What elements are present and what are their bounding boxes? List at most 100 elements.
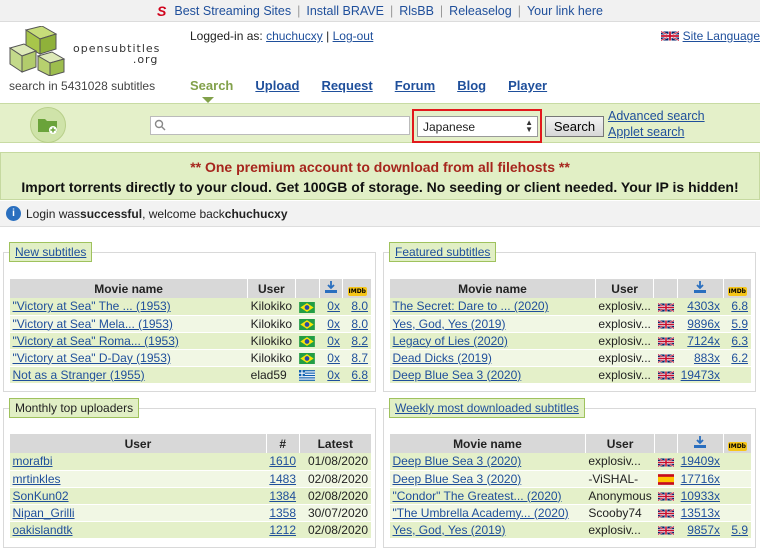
table-row[interactable]: "The Umbrella Academy... (2020) Scooby74 1… <box>389 504 751 522</box>
movie-link[interactable]: Yes, God, Yes (2019) <box>393 523 506 537</box>
download-count-cell[interactable]: 10933x <box>677 487 723 505</box>
table-row[interactable]: "Condor" The Greatest... (2020) Anonymous… <box>389 487 751 505</box>
uploader-cell[interactable]: SonKun02 <box>9 487 267 505</box>
table-row[interactable]: The Secret: Dare to ... (2020) explosiv..… <box>389 298 751 316</box>
applet-search-link[interactable]: Applet search <box>608 124 705 140</box>
imdb-rating-link[interactable]: 8.0 <box>351 317 368 331</box>
uploader-link[interactable]: oakislandtk <box>13 523 73 537</box>
uploader-link[interactable]: SonKun02 <box>13 489 69 503</box>
movie-cell[interactable]: Dead Dicks (2019) <box>389 349 596 367</box>
imdb-rating-link[interactable]: 5.9 <box>731 523 748 537</box>
download-count-link[interactable]: 19473x <box>681 368 720 382</box>
nav-upload[interactable]: Upload <box>255 78 299 93</box>
table-row[interactable]: Not as a Stranger (1955) elad59 0x 6.8 <box>9 366 371 384</box>
movie-cell[interactable]: Yes, God, Yes (2019) <box>389 315 596 333</box>
imdb-rating-link[interactable]: 6.8 <box>351 368 368 382</box>
nav-player[interactable]: Player <box>508 78 547 93</box>
table-row[interactable]: mrtinkles 1483 02/08/2020 <box>9 470 371 488</box>
movie-link[interactable]: "Victory at Sea" Roma... (1953) <box>13 334 179 348</box>
uploader-cell[interactable]: oakislandtk <box>9 521 267 539</box>
uploader-cell[interactable]: mrtinkles <box>9 470 267 488</box>
download-count-cell[interactable]: 0x <box>319 298 343 316</box>
imdb-rating-link[interactable]: 6.2 <box>731 351 748 365</box>
table-row[interactable]: Nipan_Grilli 1358 30/07/2020 <box>9 504 371 522</box>
table-row[interactable]: Yes, God, Yes (2019) explosiv... 9896x 5.9 <box>389 315 751 333</box>
imdb-rating-cell[interactable]: 6.2 <box>723 349 751 367</box>
table-row[interactable]: Legacy of Lies (2020) explosiv... 7124x 6.3 <box>389 332 751 350</box>
upload-count-link[interactable]: 1358 <box>269 506 296 520</box>
uploader-cell[interactable]: morafbi <box>9 453 267 471</box>
topbar-link-streaming[interactable]: Best Streaming Sites <box>174 4 291 18</box>
upload-count-link[interactable]: 1212 <box>269 523 296 537</box>
uploader-link[interactable]: morafbi <box>13 454 53 468</box>
movie-link[interactable]: "Condor" The Greatest... (2020) <box>393 489 562 503</box>
download-count-cell[interactable]: 19409x <box>677 453 723 471</box>
movie-link[interactable]: "Victory at Sea" D-Day (1953) <box>13 351 171 365</box>
download-count-link[interactable]: 9896x <box>687 317 720 331</box>
imdb-rating-cell[interactable]: 6.8 <box>723 298 751 316</box>
table-row[interactable]: "Victory at Sea" The ... (1953) Kilokiko 0… <box>9 298 371 316</box>
download-count-link[interactable]: 0x <box>327 351 340 365</box>
download-count-link[interactable]: 13513x <box>681 506 720 520</box>
imdb-rating-cell[interactable]: 5.9 <box>723 315 751 333</box>
imdb-rating-cell[interactable]: 5.9 <box>723 521 751 539</box>
upload-count-link[interactable]: 1384 <box>269 489 296 503</box>
download-count-cell[interactable]: 19473x <box>677 366 723 384</box>
download-count-cell[interactable]: 17716x <box>677 470 723 488</box>
upload-count-cell[interactable]: 1483 <box>266 470 300 488</box>
movie-link[interactable]: "Victory at Sea" Mela... (1953) <box>13 317 173 331</box>
nav-request[interactable]: Request <box>321 78 372 93</box>
download-count-link[interactable]: 9857x <box>687 523 720 537</box>
imdb-rating-cell[interactable]: 6.8 <box>342 366 371 384</box>
logout-link[interactable]: Log-out <box>333 29 374 43</box>
username-link[interactable]: chuchucxy <box>266 29 323 43</box>
download-count-cell[interactable]: 0x <box>319 366 343 384</box>
table-row[interactable]: "Victory at Sea" Roma... (1953) Kilokiko 0… <box>9 332 371 350</box>
topbar-link-releaselog[interactable]: Releaselog <box>449 4 512 18</box>
imdb-rating-cell[interactable]: 8.0 <box>342 298 371 316</box>
movie-cell[interactable]: Deep Blue Sea 3 (2020) <box>389 470 586 488</box>
imdb-rating-link[interactable]: 6.3 <box>731 334 748 348</box>
movie-link[interactable]: "The Umbrella Academy... (2020) <box>393 506 569 520</box>
download-count-link[interactable]: 10933x <box>681 489 720 503</box>
movie-cell[interactable]: "Victory at Sea" The ... (1953) <box>9 298 248 316</box>
topbar-link-rlsbb[interactable]: RlsBB <box>399 4 434 18</box>
movie-link[interactable]: Dead Dicks (2019) <box>393 351 492 365</box>
language-select[interactable]: Japanese ▲ ▼ <box>417 116 538 137</box>
movie-cell[interactable]: "The Umbrella Academy... (2020) <box>389 504 586 522</box>
upload-count-cell[interactable]: 1212 <box>266 521 300 539</box>
table-row[interactable]: SonKun02 1384 02/08/2020 <box>9 487 371 505</box>
nav-blog[interactable]: Blog <box>457 78 486 93</box>
imdb-rating-link[interactable]: 5.9 <box>731 317 748 331</box>
nav-forum[interactable]: Forum <box>395 78 435 93</box>
download-count-link[interactable]: 4303x <box>687 299 720 313</box>
movie-link[interactable]: The Secret: Dare to ... (2020) <box>393 299 549 313</box>
table-row[interactable]: Deep Blue Sea 3 (2020) explosiv... 19409x <box>389 453 751 471</box>
table-row[interactable]: oakislandtk 1212 02/08/2020 <box>9 521 371 539</box>
download-count-cell[interactable]: 9896x <box>677 315 723 333</box>
imdb-rating-link[interactable]: 8.2 <box>351 334 368 348</box>
download-count-link[interactable]: 883x <box>694 351 720 365</box>
imdb-rating-link[interactable]: 8.0 <box>351 299 368 313</box>
movie-cell[interactable]: Deep Blue Sea 3 (2020) <box>389 453 586 471</box>
movie-link[interactable]: "Victory at Sea" The ... (1953) <box>13 299 171 313</box>
download-count-link[interactable]: 0x <box>327 368 340 382</box>
uploader-link[interactable]: mrtinkles <box>13 472 61 486</box>
table-row[interactable]: Deep Blue Sea 3 (2020) explosiv... 19473x <box>389 366 751 384</box>
weekly-downloaded-title[interactable]: Weekly most downloaded subtitles <box>395 401 579 415</box>
download-count-link[interactable]: 0x <box>327 334 340 348</box>
folder-icon[interactable] <box>30 107 66 143</box>
imdb-rating-cell[interactable]: 8.2 <box>342 332 371 350</box>
movie-link[interactable]: Yes, God, Yes (2019) <box>393 317 506 331</box>
movie-link[interactable]: Legacy of Lies (2020) <box>393 334 508 348</box>
movie-link[interactable]: Deep Blue Sea 3 (2020) <box>393 454 522 468</box>
movie-link[interactable]: Deep Blue Sea 3 (2020) <box>393 472 522 486</box>
imdb-rating-cell[interactable]: 6.3 <box>723 332 751 350</box>
upload-count-cell[interactable]: 1610 <box>266 453 300 471</box>
movie-cell[interactable]: "Victory at Sea" Roma... (1953) <box>9 332 248 350</box>
movie-cell[interactable]: Deep Blue Sea 3 (2020) <box>389 366 596 384</box>
table-row[interactable]: Dead Dicks (2019) explosiv... 883x 6.2 <box>389 349 751 367</box>
imdb-rating-cell[interactable]: 8.7 <box>342 349 371 367</box>
movie-cell[interactable]: "Victory at Sea" Mela... (1953) <box>9 315 248 333</box>
uploader-link[interactable]: Nipan_Grilli <box>13 506 75 520</box>
